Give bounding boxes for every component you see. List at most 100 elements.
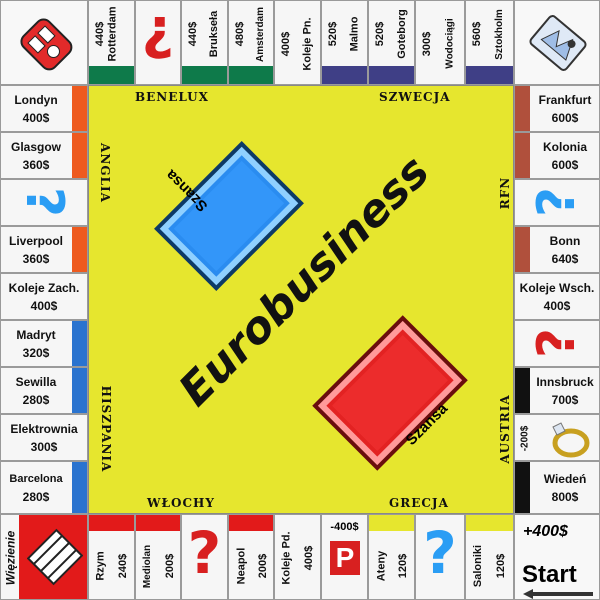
space-chance-bottom-blue[interactable]: ? (415, 514, 465, 600)
space-barcelona[interactable]: Barcelona 280$ (0, 461, 88, 514)
space-koleje-pn[interactable]: Koleje Pn. 400$ (274, 0, 321, 85)
space-price: 320$ (22, 345, 50, 360)
space-amsterdam[interactable]: Amsterdam 480$ (228, 0, 274, 85)
space-name: Saloniki (472, 544, 484, 588)
space-name: Innsbruck (536, 374, 594, 389)
corner-jail[interactable]: Więzienie (0, 514, 88, 600)
space-price: 200$ (164, 553, 177, 579)
space-madryt[interactable]: Madryt 320$ (0, 320, 88, 367)
space-name: Koleje Pn. (301, 16, 314, 71)
chance-deck-red (312, 315, 468, 471)
space-price: 120$ (495, 553, 508, 579)
space-chance-top[interactable]: ? (135, 0, 181, 85)
space-ateny[interactable]: Ateny 120$ (368, 514, 415, 600)
region-szwecja: SZWECJA (379, 90, 451, 104)
region-austria: AUSTRIA (498, 394, 512, 464)
start-label: Start (522, 561, 577, 588)
space-glasgow[interactable]: Glasgow 360$ (0, 132, 88, 179)
space-name: Liverpool (8, 233, 63, 248)
space-tax-ring[interactable]: -200$ (514, 414, 600, 461)
region-hiszpania: HISZPANIA (99, 385, 113, 473)
space-goteborg[interactable]: Goteborg 520$ (368, 0, 415, 85)
corner-parking[interactable] (514, 0, 600, 85)
question-mark-icon: ? (527, 186, 587, 218)
space-price: 360$ (22, 157, 50, 172)
space-wieden[interactable]: Wiedeń 800$ (514, 461, 600, 514)
space-name: Brukseła (208, 10, 221, 58)
space-name: Glasgow (10, 139, 61, 154)
space-liverpool[interactable]: Liverpool 360$ (0, 226, 88, 273)
space-price: 280$ (22, 489, 50, 504)
space-saloniki[interactable]: Saloniki 120$ (465, 514, 514, 600)
space-price: 640$ (551, 251, 579, 266)
region-wlochy: WŁOCHY (147, 496, 215, 510)
space-sztokholm[interactable]: Sztokholm 560$ (465, 0, 514, 85)
space-name: Koleje Zach. (8, 280, 80, 295)
space-price: 240$ (117, 553, 130, 579)
question-mark-icon: ? (14, 186, 74, 218)
space-price: 560$ (471, 21, 484, 47)
corner-go-to-jail[interactable] (0, 0, 88, 85)
space-price: 800$ (551, 489, 579, 504)
space-malmo[interactable]: Malmo 520$ (321, 0, 368, 85)
space-price: 700$ (551, 392, 579, 407)
region-anglia: ANGLIA (98, 143, 112, 203)
space-price: 300$ (30, 439, 58, 454)
space-name: Kolonia (543, 139, 587, 154)
space-mediolan[interactable]: Mediolan 200$ (135, 514, 181, 600)
space-name: Sewilla (15, 374, 57, 389)
space-price: 400$ (30, 298, 58, 313)
space-name: Wiedeń (543, 471, 587, 486)
start-arrow-icon (523, 589, 593, 599)
space-name: Malmo (348, 16, 361, 52)
space-name: Frankfurt (538, 92, 592, 107)
space-rzym[interactable]: Rzym 240$ (88, 514, 135, 600)
space-name: Neapol (235, 547, 247, 585)
space-name: Ateny (375, 550, 387, 582)
space-frankfurt[interactable]: Frankfurt 600$ (514, 85, 600, 132)
space-price: 120$ (397, 553, 410, 579)
board-center: BENELUX SZWECJA WŁOCHY GRECJA ANGLIA HIS… (88, 85, 514, 514)
space-price: 440$ (187, 21, 200, 47)
space-kolonia[interactable]: Kolonia 600$ (514, 132, 600, 179)
corner-start[interactable]: +400$ Start (514, 514, 600, 600)
space-elektrownia[interactable]: Elektrownia 300$ (0, 414, 88, 461)
space-parking-tax[interactable]: -400$ P (321, 514, 368, 600)
space-price: 200$ (257, 553, 270, 579)
space-name: Mediolan (142, 544, 154, 588)
question-mark-icon: ? (527, 327, 587, 359)
space-price: 400$ (280, 31, 293, 56)
space-wodociagi[interactable]: Wodociągi 300$ (415, 0, 465, 85)
space-price: 360$ (22, 251, 50, 266)
region-rfn: RFN (498, 176, 512, 210)
space-koleje-wsch[interactable]: Koleje Wsch. 400$ (514, 273, 600, 320)
space-rotterdam[interactable]: Rotterdam 440$ (88, 0, 135, 85)
space-sewilla[interactable]: Sewilla 280$ (0, 367, 88, 414)
start-bonus: +400$ (523, 523, 568, 540)
game-board: Więzienie +400$ Start Rotterdam 440$ ? B… (0, 0, 600, 600)
question-mark-icon: ? (141, 3, 175, 68)
space-innsbruck[interactable]: Innsbruck 700$ (514, 367, 600, 414)
question-mark-icon: ? (187, 519, 222, 587)
space-price: 600$ (551, 157, 579, 172)
space-koleje-zach[interactable]: Koleje Zach. 400$ (0, 273, 88, 320)
space-chance-right[interactable]: ? (514, 179, 600, 226)
space-price: 480$ (234, 21, 247, 47)
space-name: Madryt (16, 327, 56, 342)
jail-label: Więzienie (3, 530, 18, 586)
space-name: Rzym (95, 551, 107, 581)
space-koleje-pd[interactable]: Koleje Pd. 400$ (274, 514, 321, 600)
jail-icon (27, 528, 83, 586)
space-name: Londyn (14, 92, 58, 107)
space-chance-right-red[interactable]: ? (514, 320, 600, 367)
space-price: 280$ (22, 392, 50, 407)
space-bonn[interactable]: Bonn 640$ (514, 226, 600, 273)
space-chance-left[interactable]: ? (0, 179, 88, 226)
space-name: Wodociągi (444, 18, 456, 69)
space-neapol[interactable]: Neapol 200$ (228, 514, 274, 600)
space-bruksela[interactable]: Brukseła 440$ (181, 0, 228, 85)
parking-icon: P (330, 541, 360, 575)
space-chance-bottom[interactable]: ? (181, 514, 228, 600)
space-londyn[interactable]: Londyn 400$ (0, 85, 88, 132)
question-mark-icon: ? (423, 519, 457, 587)
